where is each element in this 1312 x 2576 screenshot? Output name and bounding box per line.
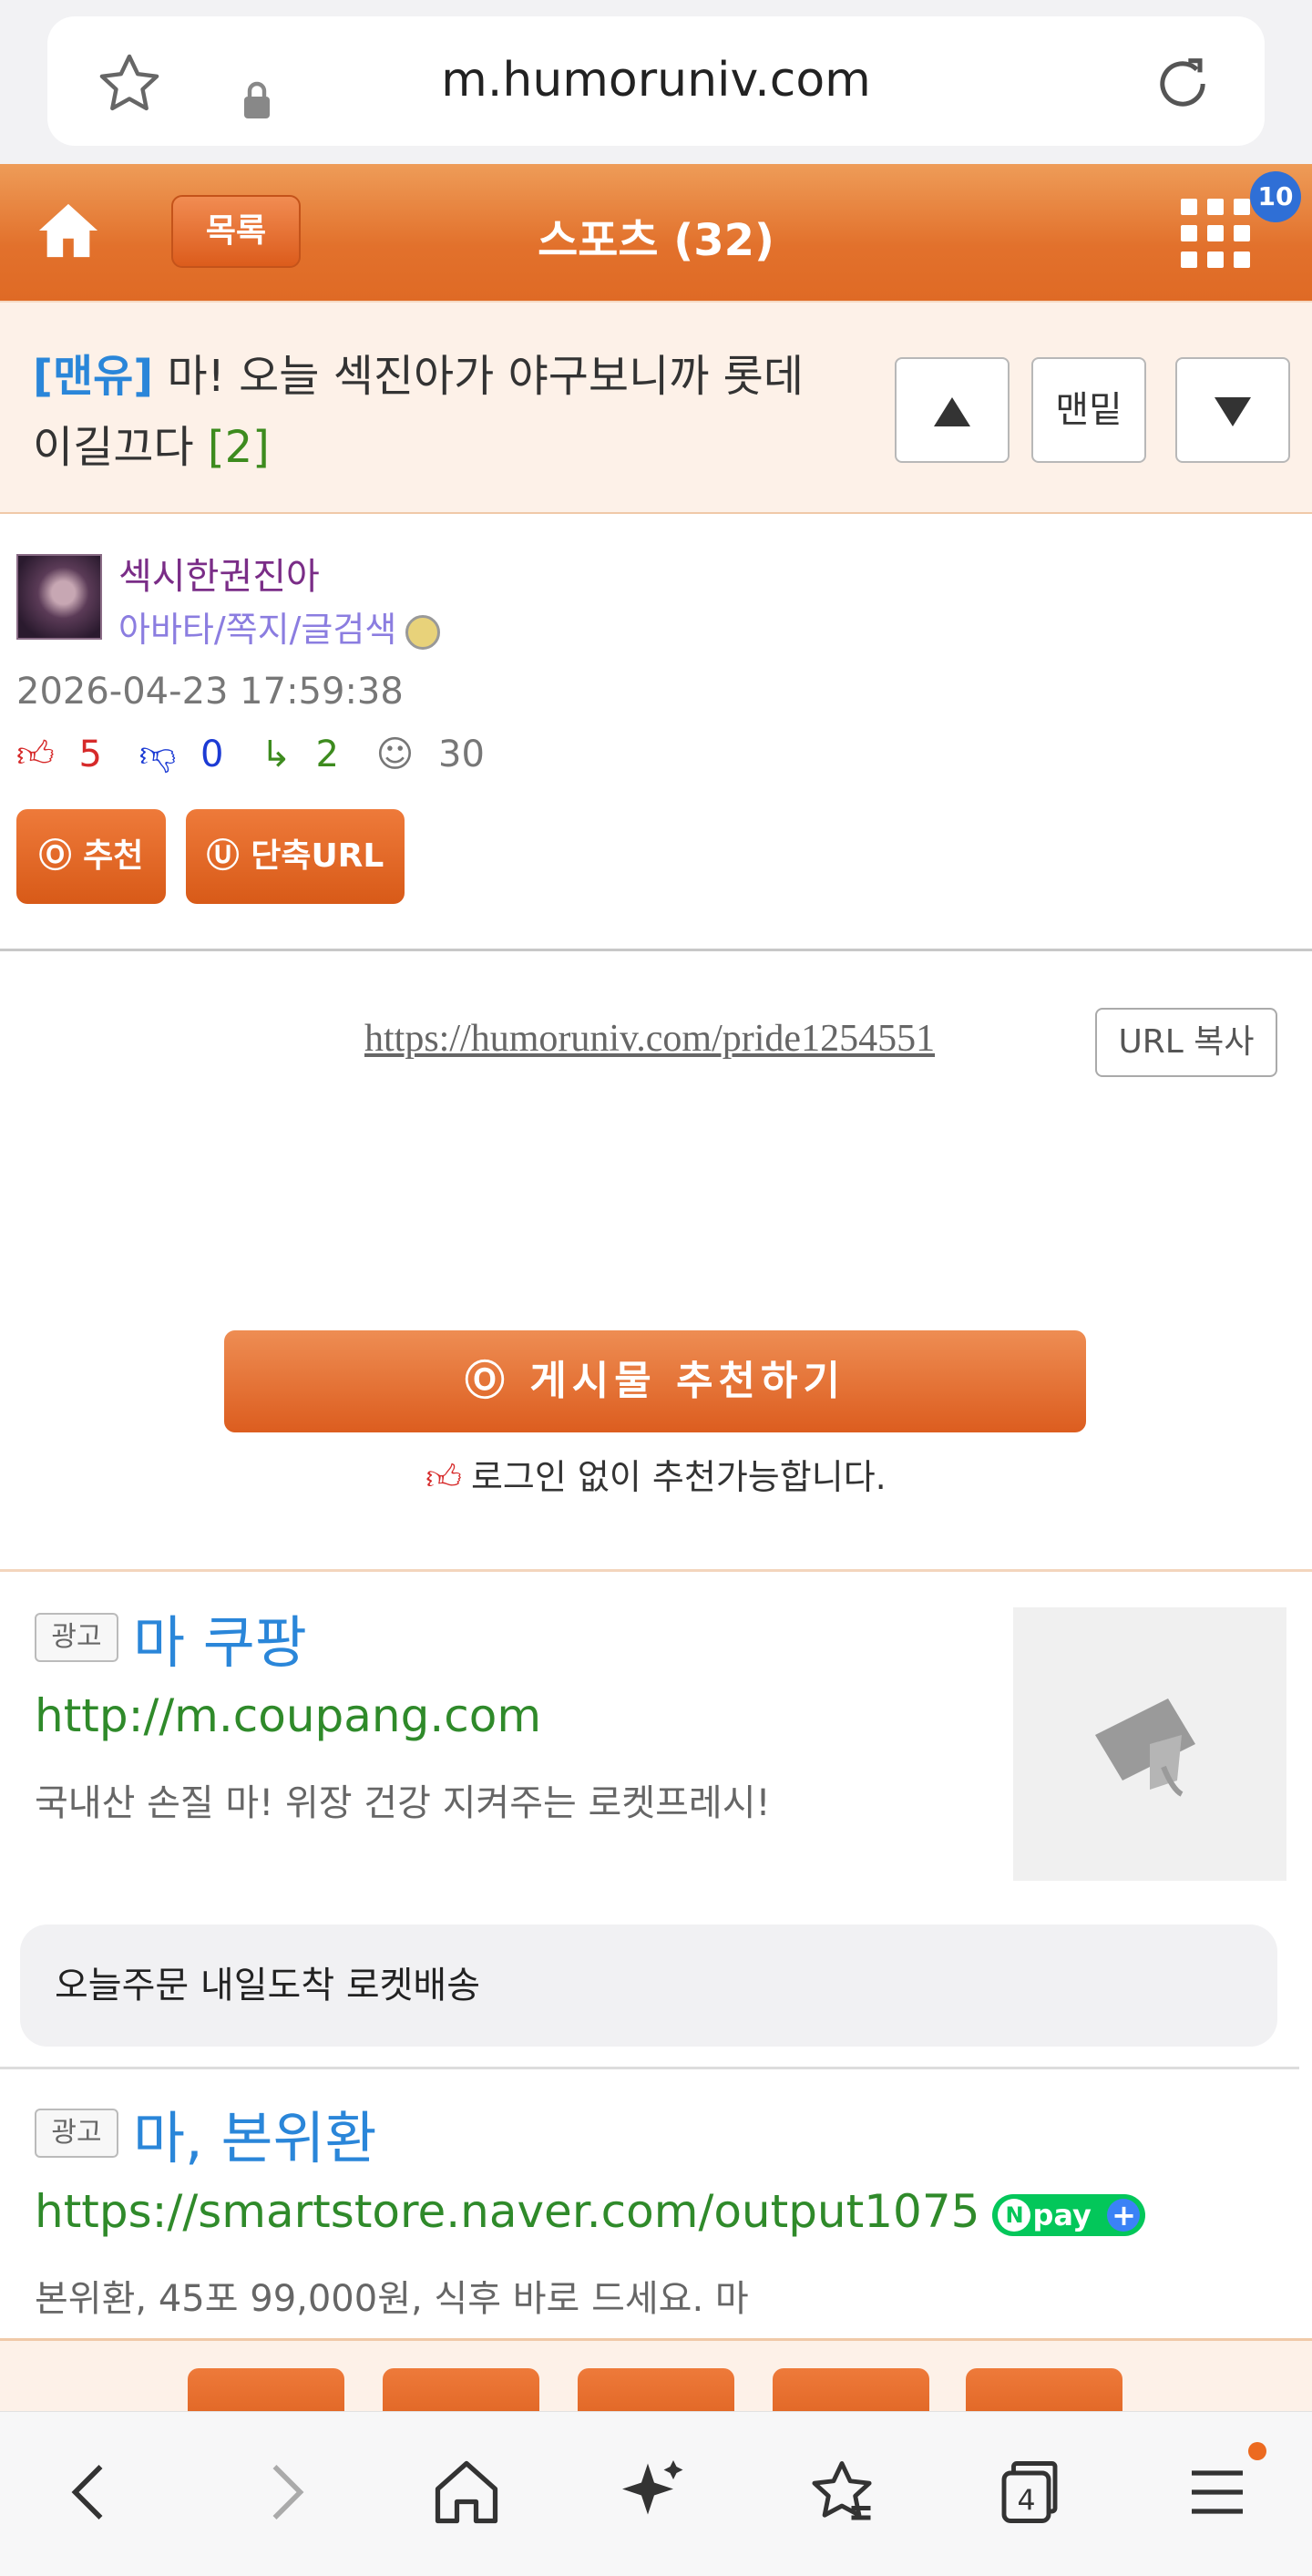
circle-icon: Ⓞ <box>38 837 72 875</box>
npay-label: pay <box>1032 2197 1092 2232</box>
recommend-note: 👍︎ 로그인 없이 추천가능합니다. <box>0 1449 1312 1499</box>
post-comment-count[interactable]: [2] <box>208 422 270 473</box>
post-category[interactable]: [맨유] <box>33 351 153 402</box>
action-button[interactable] <box>383 2368 539 2411</box>
view-count: 30 <box>438 734 485 775</box>
recommend-button[interactable]: Ⓞ 추천 <box>16 809 166 904</box>
post-date: 2026-04-23 17:59:38 <box>16 671 404 713</box>
address-bar[interactable]: m.humoruniv.com <box>47 16 1265 146</box>
ad-description[interactable]: 국내산 손질 마! 위장 건강 지켜주는 로켓프레시! <box>35 1773 771 1826</box>
post-recommend-button[interactable]: Ⓞ 게시물 추천하기 <box>224 1330 1086 1432</box>
author-links[interactable]: 아바타/쪽지/글검색 <box>118 601 441 652</box>
ad-description[interactable]: 본위환, 45포 99,000원, 식후 바로 드세요. 마 <box>35 2269 749 2322</box>
action-button[interactable] <box>966 2368 1122 2411</box>
circle-icon: Ⓞ <box>464 1358 510 1404</box>
scroll-up-button[interactable] <box>895 357 1010 463</box>
author-section: 섹시한권진아 아바타/쪽지/글검색 2026-04-23 17:59:38 👍︎… <box>0 514 1312 951</box>
divider <box>0 1569 1312 1572</box>
tabs-icon[interactable]: 4 <box>991 2454 1068 2530</box>
avatar[interactable] <box>16 554 102 640</box>
short-url-label: 단축URL <box>251 837 384 875</box>
forward-icon[interactable] <box>246 2454 323 2530</box>
post-recommend-label: 게시물 추천하기 <box>529 1358 846 1404</box>
reload-icon[interactable] <box>1148 49 1217 118</box>
notification-dot <box>1248 2442 1266 2460</box>
browser-bottom-nav: 4 <box>0 2411 1312 2576</box>
author-links-text[interactable]: 아바타/쪽지/글검색 <box>118 610 396 650</box>
back-icon[interactable] <box>53 2454 129 2530</box>
ad-thumbnail[interactable] <box>1013 1607 1286 1881</box>
ad-tag: 광고 <box>35 1613 118 1662</box>
post-stats: 👍︎ 5 👎︎ 0 ↳ 2 ☺ 30 <box>16 733 510 776</box>
menu-grid-icon[interactable] <box>1181 199 1250 268</box>
ad-title[interactable]: 마 쿠팡 <box>133 1596 307 1678</box>
action-button[interactable] <box>578 2368 734 2411</box>
recommend-note-text: 로그인 없이 추천가능합니다. <box>470 1457 887 1497</box>
short-url-button[interactable]: Ⓤ 단축URL <box>186 809 405 904</box>
comment-count: 2 <box>315 734 339 775</box>
action-button[interactable] <box>773 2368 929 2411</box>
arrow-up-icon <box>934 397 970 426</box>
bottom-action-strip <box>0 2338 1312 2411</box>
recommend-label: 추천 <box>83 837 144 875</box>
npay-n-icon: N <box>998 2198 1031 2232</box>
action-button[interactable] <box>188 2368 344 2411</box>
ad-extension[interactable]: 오늘주문 내일도착 로켓배송 <box>20 1924 1277 2047</box>
post-title-bar: [맨유] 마! 오늘 섹진아가 야구보니까 롯데 이길끄다 [2] 맨밑 <box>0 301 1312 514</box>
ad-url[interactable]: http://m.coupang.com <box>35 1689 541 1742</box>
board-header: 목록 스포츠 (32) <box>0 164 1312 301</box>
post-url-link[interactable]: https://humoruniv.com/pride1254551 <box>364 1017 935 1061</box>
reply-icon: ↳ <box>261 734 292 775</box>
author-nickname[interactable]: 섹시한권진아 <box>118 547 320 600</box>
downvote-count: 0 <box>200 734 224 775</box>
url-text: m.humoruniv.com <box>441 53 871 108</box>
medal-icon <box>405 614 441 650</box>
browser-toolbar: m.humoruniv.com <box>0 0 1312 164</box>
smiley-icon: ☺ <box>375 734 415 775</box>
divider <box>0 2067 1299 2069</box>
home-icon[interactable] <box>428 2454 505 2530</box>
board-title: 스포츠 (32) <box>538 215 774 266</box>
thumbs-up-icon: 👍︎ <box>16 734 55 775</box>
tab-count: 4 <box>1017 2484 1035 2517</box>
sparkle-icon[interactable] <box>616 2454 692 2530</box>
ad-title[interactable]: 마, 본위환 <box>133 2092 377 2174</box>
ad-url-text[interactable]: https://smartstore.naver.com/output1075 <box>35 2185 979 2238</box>
scroll-down-button[interactable] <box>1175 357 1290 463</box>
circle-u-icon: Ⓤ <box>206 837 240 875</box>
plus-icon: + <box>1107 2198 1141 2232</box>
ad-url[interactable]: https://smartstore.naver.com/output1075 N… <box>35 2185 1146 2238</box>
graduation-cap-icon <box>1095 1699 1195 1797</box>
ad-tag: 광고 <box>35 2109 118 2158</box>
post-title: [맨유] 마! 오늘 섹진아가 야구보니까 롯데 이길끄다 [2] <box>33 341 853 483</box>
menu-icon[interactable] <box>1179 2454 1256 2530</box>
arrow-down-icon <box>1215 397 1251 426</box>
upvote-count: 5 <box>78 734 102 775</box>
thumbs-down-icon: 👎︎ <box>138 734 177 775</box>
thumbs-up-icon: 👍︎ <box>425 1457 462 1497</box>
notification-badge: 10 <box>1250 171 1301 222</box>
favorites-icon[interactable] <box>804 2454 880 2530</box>
scroll-bottom-button[interactable]: 맨밑 <box>1031 357 1146 463</box>
copy-url-button[interactable]: URL 복사 <box>1095 1008 1277 1077</box>
npay-badge: Npay + <box>992 2193 1146 2236</box>
